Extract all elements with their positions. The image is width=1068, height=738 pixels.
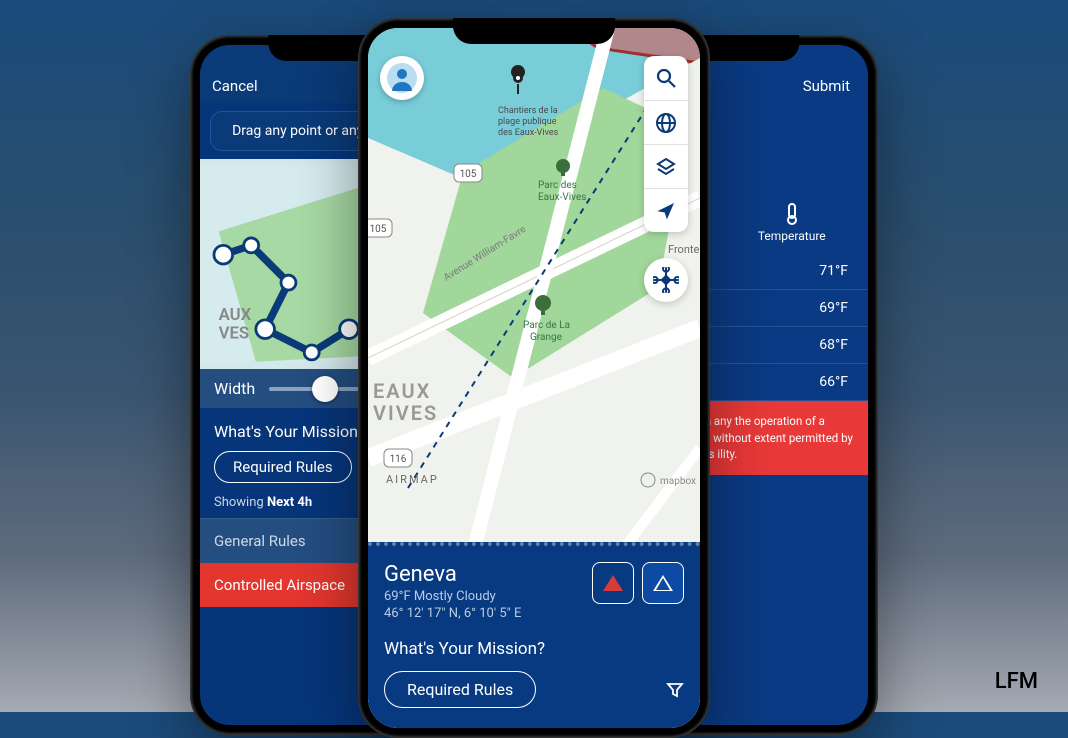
map-tools <box>644 56 688 232</box>
info-triangle-icon <box>652 573 674 593</box>
width-slider-thumb[interactable] <box>312 376 338 402</box>
locate-button[interactable] <box>644 188 688 232</box>
notch <box>453 18 615 44</box>
svg-text:Grange: Grange <box>530 332 562 343</box>
mapbox-attribution: mapbox <box>660 476 696 487</box>
frontenex-label: Fronten <box>668 243 700 256</box>
weather-summary: 69°F Mostly Cloudy <box>384 589 521 604</box>
city-name: Geneva <box>384 562 521 587</box>
coordinates: 46° 12' 17" N, 6° 10' 5" E <box>384 606 521 621</box>
park-label: Parc des <box>538 180 577 191</box>
svg-text:105: 105 <box>460 169 477 180</box>
layers-button[interactable] <box>644 144 688 188</box>
profile-button[interactable] <box>380 56 424 100</box>
required-rules-pill-left[interactable]: Required Rules <box>214 451 352 483</box>
park-label-2: Parc de La <box>523 320 570 331</box>
svg-text:des Eaux-Vives: des Eaux-Vives <box>498 128 559 138</box>
filter-icon[interactable] <box>666 681 684 699</box>
user-icon <box>387 63 417 93</box>
search-icon <box>655 67 677 89</box>
drone-button[interactable] <box>644 258 688 302</box>
watermark: LFM <box>995 669 1038 694</box>
svg-text:plage publique: plage publique <box>498 117 557 127</box>
svg-text:105: 105 <box>370 224 387 235</box>
airmap-brand: AIRMAP <box>386 473 439 486</box>
globe-icon <box>655 112 677 134</box>
drone-icon <box>653 267 679 293</box>
svg-text:AUX: AUX <box>219 305 252 325</box>
mission-question: What's Your Mission? <box>384 639 684 659</box>
advisory-warning-badge[interactable] <box>592 562 634 604</box>
required-rules-pill[interactable]: Required Rules <box>384 671 536 708</box>
temperature-col: Temperature <box>758 229 826 243</box>
submit-button[interactable]: Submit <box>803 77 850 95</box>
poi-label: Chantiers de la <box>498 106 558 116</box>
advisory-info-badge[interactable] <box>642 562 684 604</box>
width-label: Width <box>214 379 255 398</box>
warning-triangle-icon <box>602 573 624 593</box>
neighborhood-label: EAUX <box>373 379 431 403</box>
globe-button[interactable] <box>644 100 688 144</box>
svg-text:Eaux-Vives: Eaux-Vives <box>538 192 586 203</box>
svg-text:VES: VES <box>219 324 250 344</box>
bottom-panel: Geneva 69°F Mostly Cloudy 46° 12' 17" N,… <box>368 542 700 728</box>
phone-center: 105 105 116 Chantiers de la plage publiq… <box>358 18 710 738</box>
layers-icon <box>655 156 677 178</box>
search-button[interactable] <box>644 56 688 100</box>
svg-text:VIVES: VIVES <box>373 401 438 425</box>
cancel-button[interactable]: Cancel <box>212 77 258 95</box>
svg-text:116: 116 <box>390 454 407 465</box>
location-arrow-icon <box>656 201 676 221</box>
temperature-icon <box>784 203 800 225</box>
